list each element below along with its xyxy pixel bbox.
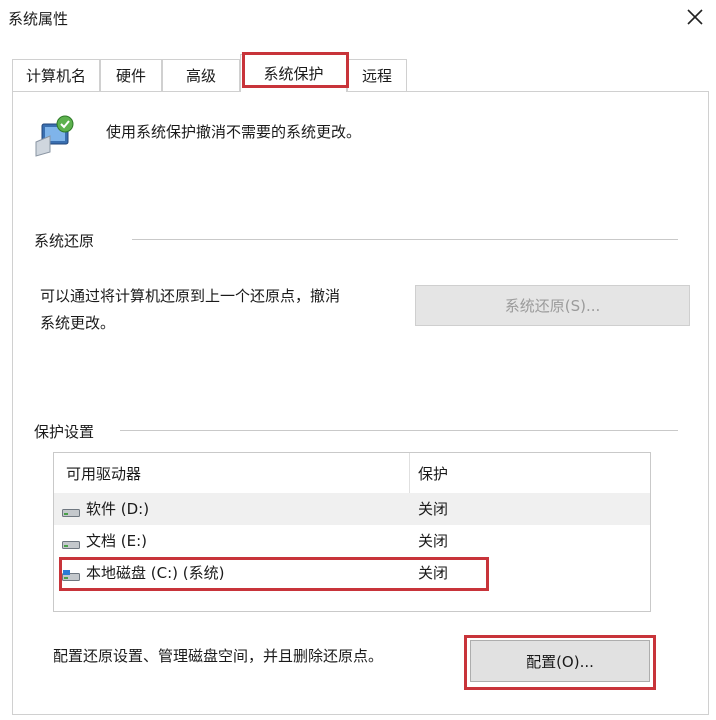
restore-description-line2: 系统更改。 <box>40 314 116 332</box>
drive-row-e[interactable]: 文档 (E:) 关闭 <box>54 525 650 557</box>
tab-panel <box>12 91 709 715</box>
restore-group-label: 系统还原 <box>34 232 95 250</box>
tab-computer-name[interactable]: 计算机名 <box>12 59 100 91</box>
drive-status: 关闭 <box>418 532 449 550</box>
drive-name: 软件 (D:) <box>86 500 150 518</box>
restore-divider <box>132 239 678 240</box>
tab-hardware[interactable]: 硬件 <box>100 59 162 91</box>
intro-text: 使用系统保护撤消不需要的系统更改。 <box>106 123 362 141</box>
drive-icon <box>62 504 80 517</box>
column-separator <box>409 453 410 493</box>
restore-description-line1: 可以通过将计算机还原到上一个还原点，撤消 <box>40 287 341 305</box>
config-description: 配置还原设置、管理磁盘空间，并且删除还原点。 <box>53 647 384 665</box>
configure-highlight-box <box>464 635 656 690</box>
tab-highlight-box <box>242 52 349 88</box>
window-title: 系统属性 <box>8 10 69 28</box>
system-protection-icon <box>32 112 78 158</box>
protection-divider <box>120 430 678 431</box>
protection-group-label: 保护设置 <box>34 423 95 441</box>
drive-row-d[interactable]: 软件 (D:) 关闭 <box>54 493 650 525</box>
drive-highlight-box <box>59 557 489 591</box>
close-button[interactable] <box>682 4 708 30</box>
close-icon <box>687 9 703 25</box>
drive-icon <box>62 536 80 549</box>
drive-list-header: 可用驱动器 保护 <box>54 453 650 494</box>
column-available-drives[interactable]: 可用驱动器 <box>66 463 141 484</box>
tab-remote[interactable]: 远程 <box>347 59 407 91</box>
system-restore-button[interactable]: 系统还原(S)... <box>415 285 690 326</box>
drive-status: 关闭 <box>418 500 449 518</box>
drive-name: 文档 (E:) <box>86 532 148 550</box>
tab-advanced[interactable]: 高级 <box>162 59 240 91</box>
column-protection[interactable]: 保护 <box>418 463 448 484</box>
